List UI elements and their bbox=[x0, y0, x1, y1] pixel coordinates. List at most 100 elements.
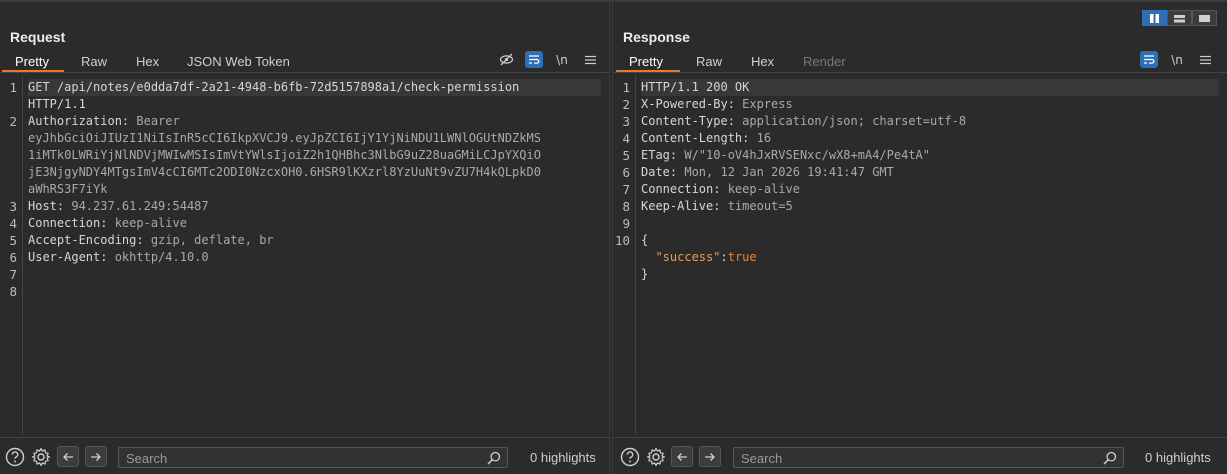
active-tab-indicator bbox=[2, 70, 64, 72]
hamburger-menu-icon[interactable] bbox=[1196, 51, 1214, 68]
code-line[interactable]: jE3NjgyNDY4MTgsImV4cCI6MTc2ODI0NzcxOH0.6… bbox=[28, 164, 601, 181]
tab-pretty[interactable]: Pretty bbox=[629, 54, 663, 69]
tab-raw[interactable]: Raw bbox=[696, 54, 722, 69]
code-line[interactable]: eyJhbGciOiJIUzI1NiIsInR5cCI6IkpXVCJ9.eyJ… bbox=[28, 130, 601, 147]
code-token: jE3NjgyNDY4MTgsImV4cCI6MTc2ODI0NzcxOH0.6… bbox=[28, 165, 541, 179]
code-line[interactable]: GET /api/notes/e0dda7df-2a21-4948-b6fb-7… bbox=[28, 79, 601, 96]
request-search-box bbox=[118, 447, 508, 468]
forward-button[interactable] bbox=[85, 446, 107, 467]
code-line[interactable]: 1iMTk0LWRiYjNlNDVjMWIwMSIsImVtYWlsIjoiZ2… bbox=[28, 147, 601, 164]
code-token: W/"10-oV4hJxRVSENxc/wX8+mA4/Pe4tA" bbox=[677, 148, 930, 162]
line-number: 3 bbox=[9, 199, 17, 214]
search-input[interactable] bbox=[741, 450, 1072, 466]
newline-toggle[interactable]: \n bbox=[1168, 51, 1186, 68]
code-token: aWhRS3F7iYk bbox=[28, 182, 108, 196]
forward-button[interactable] bbox=[699, 446, 721, 467]
layout-toggle bbox=[1142, 10, 1217, 26]
line-number-gutter: 1 2 3 4 5 6 7 8 9 10 bbox=[613, 75, 636, 434]
response-footer: 0 highlights bbox=[613, 437, 1227, 474]
code-token: } bbox=[641, 267, 649, 281]
request-tabs: Pretty Raw Hex JSON Web Token \n bbox=[0, 51, 609, 73]
line-number: 1 bbox=[622, 80, 630, 95]
code-line[interactable]: Content-Length: 16 bbox=[641, 130, 1219, 147]
word-wrap-icon[interactable] bbox=[1140, 51, 1158, 68]
line-number: 3 bbox=[622, 114, 630, 129]
code-line[interactable]: aWhRS3F7iYk bbox=[28, 181, 601, 198]
code-token: Host: bbox=[28, 199, 65, 213]
code-token: X-Powered-By: bbox=[641, 97, 735, 111]
line-number: 7 bbox=[622, 182, 630, 197]
line-number: 6 bbox=[622, 165, 630, 180]
back-button[interactable] bbox=[671, 446, 693, 467]
code-line[interactable]: ETag: W/"10-oV4hJxRVSENxc/wX8+mA4/Pe4tA" bbox=[641, 147, 1219, 164]
code-token: keep-alive bbox=[107, 216, 187, 230]
request-title: Request bbox=[10, 29, 66, 45]
word-wrap-icon[interactable] bbox=[525, 51, 543, 68]
help-icon[interactable] bbox=[4, 446, 26, 468]
line-number: 10 bbox=[614, 233, 630, 248]
code-line[interactable]: "success":true bbox=[641, 249, 1219, 266]
code-token: 94.237.61.249:54487 bbox=[64, 199, 209, 213]
tab-raw[interactable]: Raw bbox=[81, 54, 107, 69]
code-token: application/json; charset=utf-8 bbox=[734, 114, 967, 128]
code-token: HTTP/1.1 200 OK bbox=[641, 80, 750, 94]
code-token: Date: bbox=[641, 165, 678, 179]
tab-hex[interactable]: Hex bbox=[136, 54, 159, 69]
gear-icon[interactable] bbox=[30, 446, 52, 468]
code-token: Connection: bbox=[641, 182, 721, 196]
tab-pretty[interactable]: Pretty bbox=[15, 54, 49, 69]
back-button[interactable] bbox=[57, 446, 79, 467]
code-token: okhttp/4.10.0 bbox=[107, 250, 209, 264]
response-tabs: Pretty Raw Hex Render \n bbox=[613, 51, 1227, 73]
code-line[interactable]: HTTP/1.1 bbox=[28, 96, 601, 113]
search-icon[interactable] bbox=[487, 451, 501, 470]
code-line[interactable]: HTTP/1.1 200 OK bbox=[641, 79, 1219, 96]
response-editor[interactable]: 1 2 3 4 5 6 7 8 9 10 HTTP/1.1 200 OK X-Powered-By:… bbox=[613, 75, 1227, 434]
code-token: Accept-Encoding: bbox=[28, 233, 144, 247]
code-line[interactable]: Host: 94.237.61.249:54487 bbox=[28, 198, 601, 215]
line-number: 5 bbox=[622, 148, 630, 163]
code-token: Keep-Alive: bbox=[641, 199, 721, 213]
code-line[interactable]: Connection: keep-alive bbox=[641, 181, 1219, 198]
layout-tabbed-icon[interactable] bbox=[1192, 10, 1217, 26]
line-number: 8 bbox=[9, 284, 17, 299]
code-token: Bearer bbox=[129, 114, 180, 128]
line-number: 7 bbox=[9, 267, 17, 282]
response-search-box bbox=[733, 447, 1124, 468]
code-token: Mon, 12 Jan 2026 19:41:47 GMT bbox=[677, 165, 894, 179]
response-pane: Response Pretty Raw Hex Render \n 1 2 3 4 5 6… bbox=[612, 2, 1227, 474]
request-editor[interactable]: 1 2 3 4 5 6 7 8 GET /api/notes/e0dda7df-2a21-49… bbox=[0, 75, 609, 434]
code-token: timeout=5 bbox=[720, 199, 793, 213]
eye-slash-icon[interactable] bbox=[497, 51, 515, 68]
layout-side-by-side-icon[interactable] bbox=[1142, 10, 1167, 26]
code-line[interactable]: X-Powered-By: Express bbox=[641, 96, 1219, 113]
code-line[interactable]: Date: Mon, 12 Jan 2026 19:41:47 GMT bbox=[641, 164, 1219, 181]
code-line[interactable]: Connection: keep-alive bbox=[28, 215, 601, 232]
code-token: Content-Type: bbox=[641, 114, 735, 128]
code-line[interactable]: } bbox=[641, 266, 1219, 283]
line-number: 4 bbox=[9, 216, 17, 231]
search-input[interactable] bbox=[126, 450, 456, 466]
code-token: Authorization: bbox=[28, 114, 130, 128]
code-line[interactable]: Content-Type: application/json; charset=… bbox=[641, 113, 1219, 130]
help-icon[interactable] bbox=[619, 446, 641, 468]
search-icon[interactable] bbox=[1103, 451, 1117, 470]
active-tab-indicator bbox=[616, 70, 680, 72]
code-line[interactable]: Authorization: Bearer bbox=[28, 113, 601, 130]
gear-icon[interactable] bbox=[645, 446, 667, 468]
code-line[interactable]: User-Agent: okhttp/4.10.0 bbox=[28, 249, 601, 266]
code-token: Express bbox=[734, 97, 793, 111]
code-line[interactable]: { bbox=[641, 232, 1219, 249]
tab-render[interactable]: Render bbox=[803, 54, 846, 69]
line-number: 4 bbox=[622, 131, 630, 146]
hamburger-menu-icon[interactable] bbox=[581, 51, 599, 68]
code-line[interactable]: Accept-Encoding: gzip, deflate, br bbox=[28, 232, 601, 249]
code-token: "success" bbox=[641, 250, 721, 264]
code-token: true bbox=[727, 250, 757, 264]
layout-stacked-icon[interactable] bbox=[1167, 10, 1192, 26]
code-line[interactable]: Keep-Alive: timeout=5 bbox=[641, 198, 1219, 215]
tab-hex[interactable]: Hex bbox=[751, 54, 774, 69]
tab-json-web-token[interactable]: JSON Web Token bbox=[187, 54, 290, 69]
code-token: HTTP/1.1 bbox=[28, 97, 86, 111]
newline-toggle[interactable]: \n bbox=[553, 51, 571, 68]
